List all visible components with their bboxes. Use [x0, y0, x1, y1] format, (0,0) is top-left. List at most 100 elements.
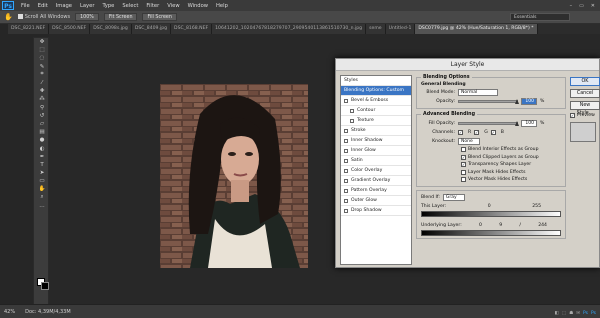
clone-stamp-tool-icon[interactable]: ⚲ [34, 104, 50, 112]
menu-select[interactable]: Select [118, 3, 142, 9]
blend-interior-checkbox[interactable] [461, 147, 466, 153]
blend-mode-select[interactable]: Normal [458, 89, 498, 96]
blend-interior-option[interactable]: Blend Interior Effects as Group [421, 146, 561, 154]
style-checkbox[interactable] [350, 108, 354, 113]
new-style-button[interactable]: New Style... [570, 101, 600, 116]
menu-type[interactable]: Type [98, 3, 118, 9]
style-checkbox[interactable] [344, 128, 348, 133]
quick-select-tool-icon[interactable]: ✎ [34, 63, 50, 71]
channel-g-checkbox[interactable]: ✓ [474, 130, 480, 135]
blend-clipped-checkbox[interactable]: ✓ [461, 154, 466, 160]
menu-image[interactable]: Image [52, 3, 76, 9]
taskbar-icon[interactable]: ◧ [555, 311, 559, 316]
style-checkbox[interactable] [344, 98, 348, 103]
blur-tool-icon[interactable]: ● [34, 136, 50, 144]
style-item-gradient-overlay[interactable]: Gradient Overlay [341, 176, 411, 186]
zoom-tool-icon[interactable]: ⌕ [34, 194, 50, 202]
style-item-bevel-emboss[interactable]: Bevel & Emboss [341, 96, 411, 106]
eyedropper-tool-icon[interactable]: ⁄ [34, 79, 50, 87]
layer-mask-checkbox[interactable] [461, 169, 466, 175]
doc-tab[interactable]: 10641202_10204767818279707_2909540113861… [212, 24, 367, 34]
style-item-outer-glow[interactable]: Outer Glow [341, 196, 411, 206]
type-tool-icon[interactable]: T [34, 161, 50, 169]
style-checkbox[interactable] [344, 198, 348, 203]
doc-tab[interactable]: DSC_8098s.jpg [90, 24, 132, 34]
style-checkbox[interactable] [344, 168, 348, 173]
preview-option[interactable]: ✓ Preview [570, 113, 600, 118]
menu-file[interactable]: File [17, 3, 34, 9]
extra-tools-icon[interactable]: … [34, 202, 50, 210]
taskbar-icon[interactable]: ☗ [569, 311, 573, 316]
style-checkbox[interactable] [350, 118, 354, 123]
zoom-level[interactable]: 42% [4, 309, 15, 315]
menu-view[interactable]: View [163, 3, 183, 9]
ok-button[interactable]: OK [570, 77, 600, 86]
vector-mask-option[interactable]: Vector Mask Hides Effects [421, 176, 561, 184]
vector-mask-checkbox[interactable] [461, 177, 466, 183]
fill-opacity-input[interactable]: 100 [521, 120, 537, 127]
doc-tab[interactable]: DSC_8168.NEF [171, 24, 213, 34]
style-checkbox[interactable] [344, 188, 348, 193]
menu-help[interactable]: Help [212, 3, 232, 9]
pen-tool-icon[interactable]: ✒ [34, 153, 50, 161]
menu-window[interactable]: Window [184, 3, 212, 9]
menu-layer[interactable]: Layer [76, 3, 98, 9]
maximize-button[interactable]: ▭ [579, 3, 584, 9]
fit-screen-button[interactable]: Fit Screen [103, 13, 138, 21]
this-layer-gradient[interactable] [421, 210, 561, 217]
style-item-styles[interactable]: Styles [341, 76, 411, 86]
style-checkbox[interactable] [344, 148, 348, 153]
photoshop-taskbar-icon[interactable]: Ps [583, 311, 588, 316]
workspace-selector[interactable]: Essentials [510, 13, 570, 21]
marquee-tool-icon[interactable]: ⬚ [34, 46, 50, 54]
underlying-layer-gradient[interactable] [421, 229, 561, 236]
taskbar-icon[interactable]: ⬚ [562, 311, 566, 316]
style-item-stroke[interactable]: Stroke [341, 126, 411, 136]
close-window-button[interactable]: ✕ [591, 3, 595, 9]
channel-r-checkbox[interactable]: ✓ [458, 130, 463, 135]
knockout-select[interactable]: None [458, 138, 480, 145]
opacity-slider-thumb[interactable] [515, 99, 519, 104]
fill-opacity-slider[interactable] [458, 121, 519, 126]
doc-tab[interactable]: Untitled-1 [385, 24, 416, 34]
fill-opacity-slider-thumb[interactable] [515, 121, 519, 126]
opacity-input[interactable]: 100 [521, 98, 537, 105]
style-item-color-overlay[interactable]: Color Overlay [341, 166, 411, 176]
taskbar-icon[interactable]: ✉ [576, 311, 580, 316]
gradient-tool-icon[interactable]: ▤ [34, 128, 50, 136]
scroll-all-checkbox[interactable] [17, 14, 23, 19]
lasso-tool-icon[interactable]: ◌ [34, 54, 50, 62]
eraser-tool-icon[interactable]: ▱ [34, 120, 50, 128]
style-item-inner-glow[interactable]: Inner Glow [341, 146, 411, 156]
style-item-contour[interactable]: Contour [341, 106, 411, 116]
brush-tool-icon[interactable]: ⁂ [34, 95, 50, 103]
history-brush-tool-icon[interactable]: ↺ [34, 112, 50, 120]
style-checkbox[interactable] [344, 208, 348, 213]
path-selection-tool-icon[interactable]: ➤ [34, 169, 50, 177]
transparency-shapes-checkbox[interactable]: ✓ [461, 162, 466, 168]
healing-brush-tool-icon[interactable]: ✚ [34, 87, 50, 95]
style-item-drop-shadow[interactable]: Drop Shadow [341, 206, 411, 216]
fill-screen-button[interactable]: Fill Screen [142, 13, 177, 21]
blend-if-select[interactable]: Gray [442, 193, 465, 201]
menu-filter[interactable]: Filter [142, 3, 163, 9]
doc-tab-active[interactable]: DSC0779.jpg @ 42% (Hue/Saturation 1, RGB… [415, 24, 538, 34]
photoshop-taskbar-icon[interactable]: Ps [591, 311, 596, 316]
cancel-button[interactable]: Cancel [570, 89, 600, 98]
zoom-100-button[interactable]: 100% [75, 13, 99, 21]
transparency-shapes-option[interactable]: ✓ Transparency Shapes Layer [421, 161, 561, 169]
layer-mask-option[interactable]: Layer Mask Hides Effects [421, 169, 561, 177]
hand-tool-icon[interactable]: ✋ [34, 185, 50, 193]
doc-tab[interactable]: DSC_8409.jpg [131, 24, 172, 34]
style-item-pattern-overlay[interactable]: Pattern Overlay [341, 186, 411, 196]
scroll-all-windows-option[interactable]: Scroll All Windows [17, 14, 70, 20]
crop-tool-icon[interactable]: ⌗ [34, 71, 50, 79]
menu-edit[interactable]: Edit [34, 3, 52, 9]
style-item-inner-shadow[interactable]: Inner Shadow [341, 136, 411, 146]
style-item-blending-options[interactable]: Blending Options: Custom [341, 86, 411, 96]
style-checkbox[interactable] [344, 178, 348, 183]
minimize-button[interactable]: – [570, 3, 573, 9]
style-checkbox[interactable] [344, 138, 348, 143]
shape-tool-icon[interactable]: ▭ [34, 177, 50, 185]
doc-tab[interactable]: DSC_8221.NEF [8, 24, 50, 34]
